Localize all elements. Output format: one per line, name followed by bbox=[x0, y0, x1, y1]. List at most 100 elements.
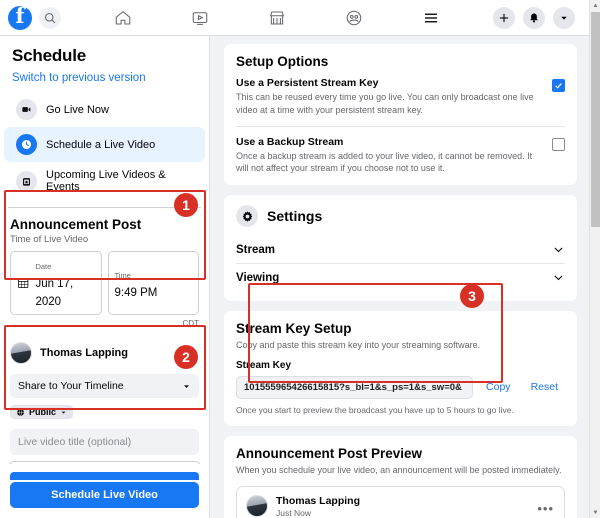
page-scrollbar[interactable]: ▲ ▼ bbox=[589, 0, 600, 518]
chevron-down-icon bbox=[61, 411, 66, 414]
preview-author-block: Thomas Lapping Just Now bbox=[276, 495, 360, 518]
live-video-title-input[interactable]: Live video title (optional) bbox=[10, 428, 199, 455]
video-icon[interactable] bbox=[187, 5, 213, 31]
scroll-up-arrow[interactable]: ▲ bbox=[590, 0, 600, 11]
privacy-selector[interactable]: Public bbox=[10, 405, 74, 419]
facebook-live-producer-page: ▲ ▼ Schedule Switch to previous version … bbox=[0, 0, 600, 518]
ellipsis-icon[interactable]: ••• bbox=[537, 501, 554, 516]
chevron-down-icon bbox=[554, 275, 563, 281]
sidebar-item-label: Go Live Now bbox=[46, 103, 109, 116]
date-field[interactable]: Date Jun 17, 2020 bbox=[10, 251, 102, 315]
option-description: This can be reused every time you go liv… bbox=[236, 92, 534, 115]
time-field[interactable]: Time 9:49 PM bbox=[107, 251, 199, 315]
marketplace-icon[interactable] bbox=[264, 5, 290, 31]
date-value: Jun 17, 2020 bbox=[35, 278, 74, 308]
settings-row-stream[interactable]: Stream bbox=[236, 236, 565, 263]
page-title: Schedule bbox=[12, 46, 86, 65]
settings-row-label: Viewing bbox=[236, 271, 280, 284]
announcement-post-subtitle: Time of Live Video bbox=[10, 234, 89, 245]
top-navigation-bar bbox=[0, 0, 589, 36]
calendar-icon bbox=[16, 170, 37, 192]
stream-key-row: 101555965426615815?s_bl=1&s_ps=1&s_sw=0&… bbox=[236, 375, 565, 399]
cta-top-strip bbox=[10, 472, 199, 480]
persistent-stream-key-checkbox[interactable] bbox=[552, 79, 565, 92]
globe-icon bbox=[17, 408, 24, 416]
home-icon[interactable] bbox=[110, 5, 136, 31]
nav-left-group bbox=[0, 3, 61, 30]
sidebar-item-go-live-now[interactable]: Go Live Now bbox=[4, 92, 205, 127]
settings-heading: Settings bbox=[267, 208, 323, 225]
switch-version-link[interactable]: Switch to previous version bbox=[0, 68, 209, 92]
left-sidebar-panel: Schedule Switch to previous version Go L… bbox=[0, 36, 210, 518]
settings-row-viewing[interactable]: Viewing bbox=[236, 264, 565, 291]
share-destination-label: Share to Your Timeline bbox=[18, 380, 124, 392]
preview-post-header: Thomas Lapping Just Now ••• bbox=[237, 487, 564, 518]
option-text: Use a Persistent Stream Key This can be … bbox=[236, 77, 542, 117]
announcement-post-title: Announcement Post bbox=[10, 217, 142, 232]
avatar bbox=[10, 342, 32, 364]
settings-row-label: Stream bbox=[236, 243, 275, 256]
option-backup-stream: Use a Backup Stream Once a backup stream… bbox=[236, 136, 565, 176]
option-title: Use a Persistent Stream Key bbox=[236, 77, 379, 89]
right-content-panel: Setup Options Use a Persistent Stream Ke… bbox=[210, 36, 589, 518]
annotation-number-2: 2 bbox=[174, 345, 198, 369]
schedule-live-video-button[interactable]: Schedule Live Video bbox=[10, 482, 199, 508]
stream-key-description: Copy and paste this stream key into your… bbox=[236, 340, 481, 351]
sidebar-item-label: Schedule a Live Video bbox=[46, 138, 156, 151]
copy-button[interactable]: Copy bbox=[479, 377, 518, 397]
announcement-post-section: Announcement Post Time of Live Video Dat… bbox=[0, 208, 209, 334]
settings-card: Settings Stream Viewing bbox=[224, 195, 577, 302]
announcement-preview-description: When you schedule your live video, an an… bbox=[236, 465, 562, 476]
chevron-down-icon[interactable] bbox=[553, 6, 575, 29]
groups-icon[interactable] bbox=[341, 5, 367, 31]
time-label: Time bbox=[114, 271, 131, 280]
menu-icon[interactable] bbox=[418, 5, 444, 31]
option-description: Once a backup stream is added to your li… bbox=[236, 150, 533, 174]
facebook-logo-icon[interactable] bbox=[8, 3, 32, 30]
backup-stream-checkbox[interactable] bbox=[552, 137, 565, 151]
sidebar-item-schedule-live-video[interactable]: Schedule a Live Video bbox=[4, 127, 205, 162]
annotation-number-1: 1 bbox=[174, 193, 198, 217]
stream-key-note: Once you start to preview the broadcast … bbox=[236, 404, 514, 415]
privacy-label: Public bbox=[29, 407, 57, 417]
scrollbar-thumb[interactable] bbox=[591, 12, 600, 227]
camera-icon bbox=[16, 99, 37, 120]
stream-key-input[interactable]: 101555965426615815?s_bl=1&s_ps=1&s_sw=0& bbox=[236, 375, 474, 399]
option-separator bbox=[236, 125, 565, 127]
time-value: 9:49 PM bbox=[114, 287, 158, 299]
option-text: Use a Backup Stream Once a backup stream… bbox=[236, 136, 542, 176]
reset-button[interactable]: Reset bbox=[524, 377, 565, 397]
datetime-row: Date Jun 17, 2020 Time 9:49 PM bbox=[10, 251, 199, 315]
time-field-text: Time 9:49 PM bbox=[115, 265, 158, 301]
date-label: Date bbox=[35, 262, 52, 271]
plus-icon[interactable] bbox=[493, 6, 515, 29]
chevron-down-icon bbox=[183, 384, 190, 388]
setup-options-heading: Setup Options bbox=[236, 54, 329, 69]
stream-key-setup-card: Stream Key Setup Copy and paste this str… bbox=[224, 311, 577, 427]
share-destination-select[interactable]: Share to Your Timeline bbox=[10, 374, 199, 398]
avatar bbox=[246, 495, 268, 518]
nav-center-group bbox=[61, 5, 493, 31]
date-field-text: Date Jun 17, 2020 bbox=[35, 256, 94, 310]
announcement-preview-card: Announcement Post Preview When you sched… bbox=[224, 436, 577, 518]
calendar-small-icon bbox=[18, 278, 29, 289]
announcement-preview-heading: Announcement Post Preview bbox=[236, 446, 423, 462]
option-persistent-stream-key: Use a Persistent Stream Key This can be … bbox=[236, 77, 565, 117]
chevron-down-icon bbox=[554, 247, 563, 253]
bell-icon[interactable] bbox=[523, 6, 545, 29]
settings-header: Settings bbox=[236, 205, 565, 228]
cta-area: Schedule Live Video bbox=[0, 464, 209, 518]
sidebar-item-upcoming-live-videos-events[interactable]: Upcoming Live Videos & Events bbox=[4, 162, 205, 200]
option-title: Use a Backup Stream bbox=[236, 135, 344, 148]
nav-right-group bbox=[493, 6, 589, 29]
search-icon[interactable] bbox=[39, 6, 61, 29]
stream-key-field-label: Stream Key bbox=[236, 359, 292, 371]
clock-icon bbox=[16, 134, 37, 155]
sidebar-item-label: Upcoming Live Videos & Events bbox=[46, 169, 166, 193]
setup-options-card: Setup Options Use a Persistent Stream Ke… bbox=[224, 44, 577, 186]
preview-author-name: Thomas Lapping bbox=[276, 494, 360, 507]
scroll-down-arrow[interactable]: ▼ bbox=[590, 507, 600, 518]
gear-icon bbox=[236, 205, 258, 228]
stream-key-heading: Stream Key Setup bbox=[236, 321, 352, 337]
check-icon bbox=[555, 83, 562, 89]
